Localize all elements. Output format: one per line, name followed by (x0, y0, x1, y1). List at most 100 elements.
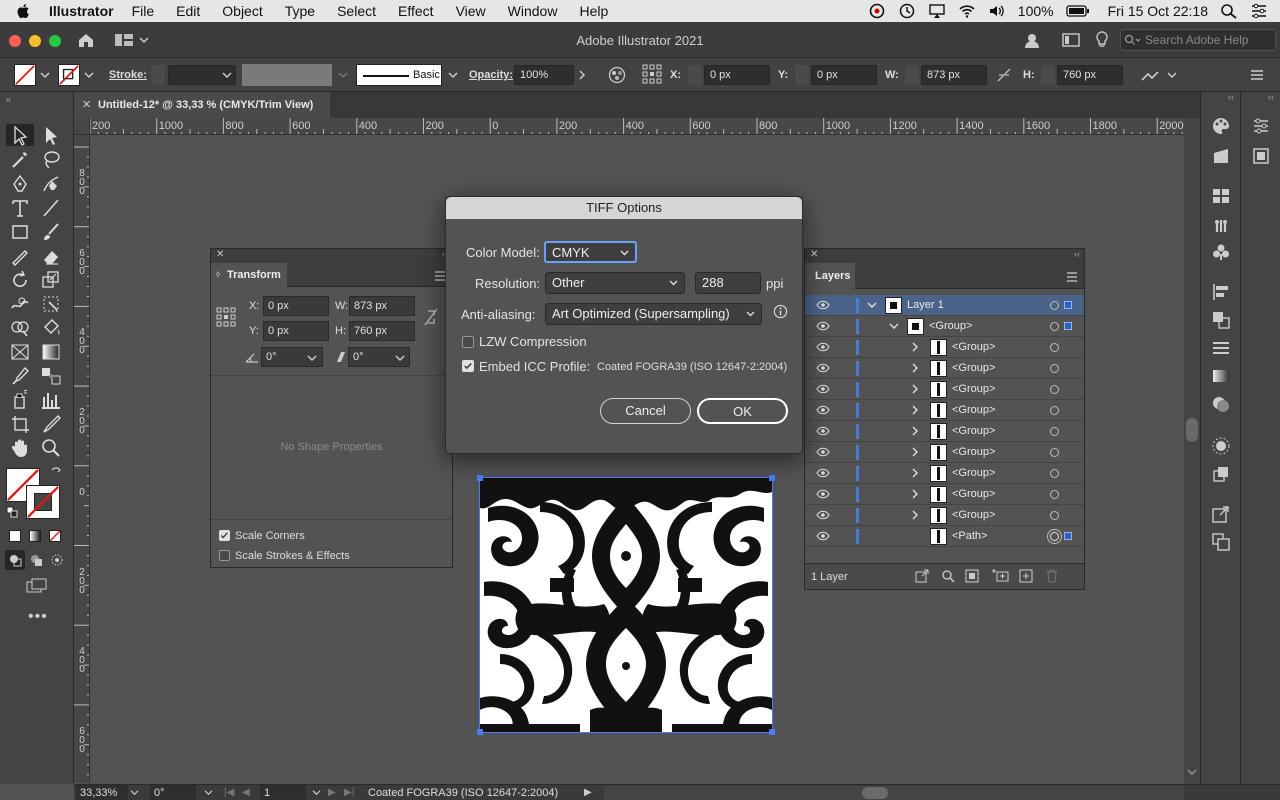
new-layer-icon[interactable] (1019, 569, 1033, 583)
chevron-down-icon[interactable] (448, 71, 458, 79)
x-stepper[interactable] (688, 65, 702, 85)
layer-name[interactable]: <Group> (952, 341, 995, 353)
airplay-icon[interactable] (928, 3, 946, 19)
x-field[interactable]: 0 px (704, 65, 770, 85)
layer-row[interactable]: <Group> (805, 358, 1084, 379)
document-tab[interactable]: ✕ Untitled-12* @ 33,33 % (CMYK/Trim View… (74, 92, 330, 118)
new-sublayer-icon[interactable] (991, 569, 1009, 583)
chevron-down-icon[interactable] (307, 354, 317, 362)
menu-effect[interactable]: Effect (398, 3, 434, 19)
transform-w-field[interactable]: 873 px (349, 296, 415, 316)
scale-tool-icon[interactable] (40, 269, 62, 291)
target-circle-icon[interactable] (1050, 469, 1059, 478)
type-tool-icon[interactable] (9, 197, 31, 219)
menu-help[interactable]: Help (579, 3, 608, 19)
scrollbar-thumb[interactable] (1186, 418, 1198, 442)
layer-name[interactable]: <Path> (952, 530, 987, 542)
lasso-tool-icon[interactable] (40, 149, 62, 171)
symbol-sprayer-tool-icon[interactable] (9, 389, 31, 411)
opacity-field[interactable]: 100% (514, 65, 574, 85)
panel-menu-icon[interactable] (1250, 69, 1264, 81)
horizontal-ruler[interactable]: 200 1000 800 600 400 200 0 200 400 600 800 1000 1200… (90, 118, 1186, 135)
layer-row[interactable]: Layer 1 (805, 295, 1084, 316)
magic-wand-tool-icon[interactable] (9, 149, 31, 171)
layer-row[interactable]: <Group> (805, 379, 1084, 400)
slice-tool-icon[interactable] (40, 413, 62, 435)
layer-row[interactable]: <Group> (805, 421, 1084, 442)
blend-tool-icon[interactable] (40, 365, 62, 387)
h-field[interactable]: 760 px (1057, 65, 1123, 85)
scale-corners-checkbox[interactable] (219, 530, 230, 541)
layer-row[interactable]: <Group> (805, 463, 1084, 484)
rotation-field[interactable]: 0° (150, 785, 196, 800)
shape-builder-tool-icon[interactable] (9, 317, 31, 339)
vertical-ruler[interactable]: 800 600 400 200 0 200 400 600 (74, 135, 90, 783)
first-artboard-icon[interactable]: |◀ (224, 787, 234, 798)
battery-icon[interactable] (1065, 3, 1090, 19)
visibility-eye-icon[interactable] (816, 468, 830, 478)
selection-handle[interactable] (769, 729, 775, 735)
canvas-vertical-scrollbar[interactable] (1184, 118, 1200, 784)
zoom-tool-icon[interactable] (40, 437, 62, 459)
layer-name[interactable]: <Group> (952, 509, 995, 521)
layer-name[interactable]: <Group> (952, 383, 995, 395)
artboard-tool-icon[interactable] (9, 413, 31, 435)
layer-name[interactable]: <Group> (952, 404, 995, 416)
opacity-label[interactable]: Opacity: (469, 69, 513, 81)
chevron-down-icon[interactable] (40, 71, 50, 79)
layer-row[interactable]: <Group> (805, 484, 1084, 505)
appearance-icon[interactable] (1211, 436, 1231, 456)
artboard-number-field[interactable]: 1 (260, 785, 306, 800)
expand-toggle-icon[interactable] (910, 342, 920, 352)
expand-toggle-icon[interactable] (910, 510, 920, 520)
chevron-down-icon[interactable] (312, 789, 321, 796)
selection-indicator[interactable] (1064, 301, 1072, 309)
selection-handle[interactable] (769, 475, 775, 481)
chevron-right-icon[interactable] (578, 70, 586, 80)
chevron-down-icon[interactable] (1187, 768, 1197, 776)
gradient-panel-icon[interactable] (1211, 366, 1231, 386)
edit-toolbar-icon[interactable]: ••• (28, 608, 48, 626)
stroke-color-swatch[interactable] (26, 485, 60, 519)
w-stepper[interactable] (905, 65, 919, 85)
layer-row[interactable]: <Group> (805, 442, 1084, 463)
gradient-tool-icon[interactable] (40, 341, 62, 363)
brush-definition-dropdown[interactable]: Basic (356, 64, 442, 86)
menu-object[interactable]: Object (222, 3, 262, 19)
chevron-down-icon[interactable] (204, 789, 213, 796)
layer-name[interactable]: <Group> (952, 488, 995, 500)
expand-toggle-icon[interactable] (910, 468, 920, 478)
next-artboard-icon[interactable]: ▶ (328, 787, 336, 798)
layers-tab[interactable]: Layers (805, 263, 855, 289)
expand-toggle-icon[interactable] (910, 489, 920, 499)
visibility-eye-icon[interactable] (816, 384, 830, 394)
last-artboard-icon[interactable]: ▶| (344, 787, 354, 798)
stroke-swatch-none[interactable] (58, 64, 80, 86)
selection-indicator[interactable] (1064, 532, 1072, 540)
column-graph-tool-icon[interactable] (40, 389, 62, 411)
stroke-weight-stepper[interactable] (151, 65, 165, 85)
expand-toggle-icon[interactable] (889, 321, 899, 331)
wifi-icon[interactable] (958, 3, 976, 19)
expand-toggle-icon[interactable] (910, 426, 920, 436)
time-machine-icon[interactable] (898, 3, 916, 19)
expand-toggle-icon[interactable] (910, 363, 920, 373)
layer-name[interactable]: Layer 1 (907, 299, 944, 311)
layer-row[interactable]: <Group> (805, 505, 1084, 526)
menu-file[interactable]: File (132, 3, 155, 19)
screen-mode-icon[interactable] (26, 578, 48, 594)
target-circle-icon[interactable] (1050, 343, 1059, 352)
volume-icon[interactable] (988, 3, 1006, 19)
menu-edit[interactable]: Edit (176, 3, 200, 19)
scale-strokes-checkbox[interactable] (219, 550, 230, 561)
control-center-icon[interactable] (1250, 3, 1268, 19)
trash-icon[interactable] (1045, 569, 1059, 583)
lzw-compression-label[interactable]: LZW Compression (479, 334, 587, 349)
close-tab-icon[interactable]: ✕ (82, 92, 91, 118)
ok-button[interactable]: OK (697, 398, 788, 424)
symbols-icon[interactable] (1211, 242, 1231, 262)
collapse-dock-icon[interactable]: ‹‹ (1228, 92, 1234, 102)
perspective-grid-tool-icon[interactable] (9, 341, 31, 363)
visibility-eye-icon[interactable] (816, 489, 830, 499)
recolor-artwork-icon[interactable] (608, 66, 626, 84)
